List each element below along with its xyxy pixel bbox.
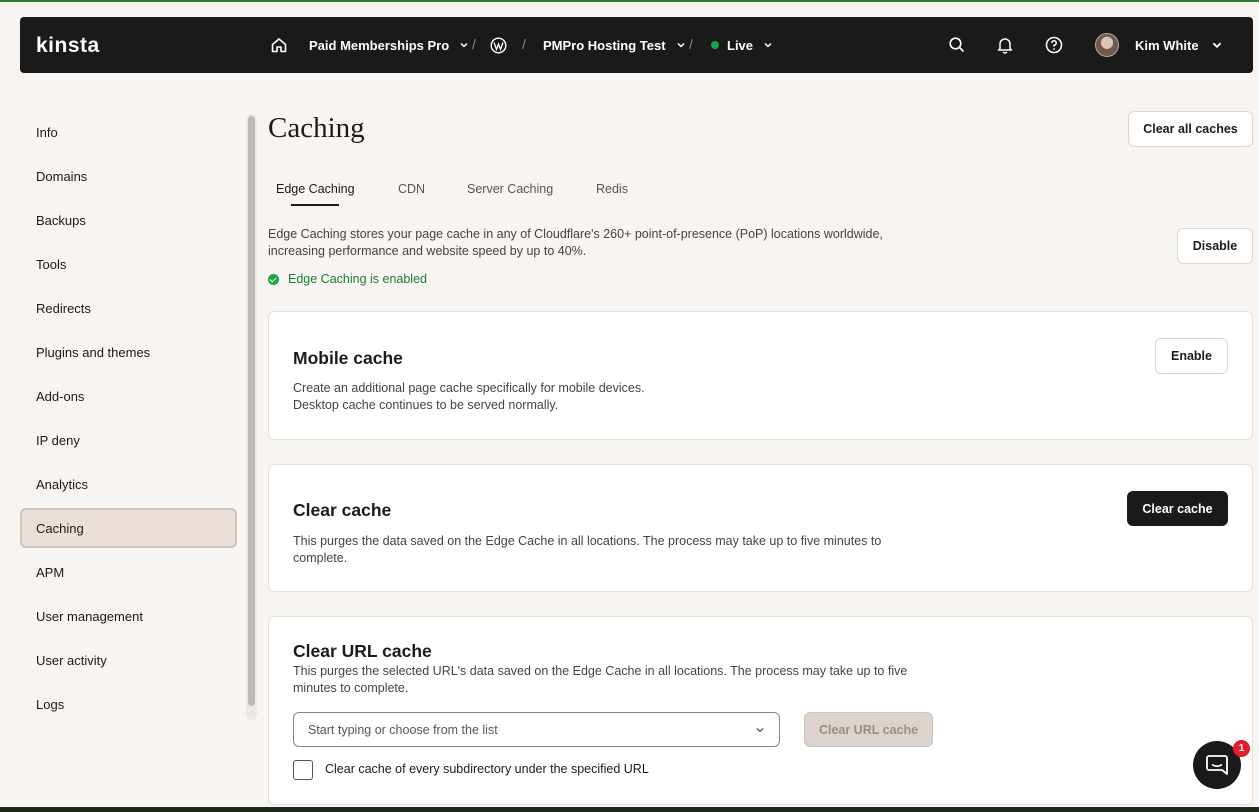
environment-name: Live <box>727 37 754 53</box>
sidebar-item-label: Redirects <box>36 300 91 316</box>
sidebar-item-analytics[interactable]: Analytics <box>20 464 237 504</box>
chevron-down-icon <box>677 42 685 48</box>
mobile-cache-description: Create an additional page cache specific… <box>293 380 933 414</box>
enable-mobile-cache-button[interactable]: Enable <box>1155 338 1228 374</box>
description-line: minutes to complete. <box>293 681 409 695</box>
select-placeholder: Start typing or choose from the list <box>308 722 498 737</box>
sidebar-item-label: Tools <box>36 256 67 272</box>
home-icon[interactable] <box>270 17 288 73</box>
mobile-cache-title: Mobile cache <box>293 348 403 368</box>
sidebar-item-plugins-and-themes[interactable]: Plugins and themes <box>20 332 237 372</box>
description-line: This purges the data saved on the Edge C… <box>293 534 882 548</box>
sidebar-item-label: APM <box>36 564 65 580</box>
check-circle-icon <box>268 273 279 285</box>
sidebar-item-logs[interactable]: Logs <box>20 684 237 724</box>
breadcrumb-separator: / <box>522 36 526 52</box>
clear-cache-description: This purges the data saved on the Edge C… <box>293 533 933 567</box>
avatar <box>1095 33 1119 57</box>
breadcrumb-separator: / <box>472 36 476 52</box>
description-line: increasing performance and website speed… <box>268 244 587 258</box>
scrollbar-thumb[interactable] <box>248 116 255 706</box>
site-name: PMPro Hosting Test <box>543 37 666 53</box>
subdirectory-checkbox-label: Clear cache of every subdirectory under … <box>325 762 649 776</box>
edge-caching-description: Edge Caching stores your page cache in a… <box>268 226 928 260</box>
tab-edge-caching[interactable]: Edge Caching <box>276 182 355 196</box>
chevron-down-icon <box>1212 42 1221 49</box>
company-selector[interactable]: Paid Memberships Pro <box>309 17 469 73</box>
sidebar-item-apm[interactable]: APM <box>20 552 237 592</box>
search-icon[interactable] <box>948 17 966 73</box>
clear-url-cache-description: This purges the selected URL's data save… <box>293 663 933 697</box>
sidebar-item-ip-deny[interactable]: IP deny <box>20 420 237 460</box>
edge-caching-status: Edge Caching is enabled <box>268 272 427 286</box>
bottom-edge-strip <box>0 807 1259 812</box>
sidebar-item-label: Backups <box>36 212 86 228</box>
kinsta-logo[interactable]: kinsta <box>36 34 100 58</box>
sidebar-item-user-management[interactable]: User management <box>20 596 237 636</box>
description-line: Edge Caching stores your page cache in a… <box>268 227 883 241</box>
description-line: Create an additional page cache specific… <box>293 381 645 395</box>
sidebar-item-label: User management <box>36 608 143 624</box>
clear-cache-card: Clear cache This purges the data saved o… <box>268 464 1253 592</box>
top-accent-line <box>0 0 1259 2</box>
live-status-dot <box>711 41 719 49</box>
chat-icon <box>1206 755 1228 775</box>
sidebar-item-backups[interactable]: Backups <box>20 200 237 240</box>
bell-icon[interactable] <box>997 17 1013 73</box>
sidebar-item-redirects[interactable]: Redirects <box>20 288 237 328</box>
tab-cdn[interactable]: CDN <box>398 182 425 196</box>
active-tab-indicator <box>291 204 339 206</box>
chat-notification-badge: 1 <box>1233 740 1250 757</box>
description-line: This purges the selected URL's data save… <box>293 664 908 678</box>
sidebar-item-label: User activity <box>36 652 107 668</box>
disable-button[interactable]: Disable <box>1177 228 1253 264</box>
site-selector[interactable]: PMPro Hosting Test <box>543 17 686 73</box>
subdirectory-checkbox[interactable] <box>293 760 313 780</box>
environment-selector[interactable]: Live <box>711 17 773 73</box>
sidebar-item-info[interactable]: Info <box>20 112 237 152</box>
chevron-down-icon <box>460 42 468 48</box>
sidebar-item-label: Plugins and themes <box>36 344 151 360</box>
sidebar-item-label: Domains <box>36 168 88 184</box>
clear-url-cache-button[interactable]: Clear URL cache <box>804 712 933 747</box>
mobile-cache-card: Mobile cache Create an additional page c… <box>268 311 1253 440</box>
clear-url-cache-title: Clear URL cache <box>293 641 432 661</box>
sidebar-scrollbar[interactable] <box>246 114 257 720</box>
help-icon[interactable] <box>1045 17 1063 73</box>
clear-cache-title: Clear cache <box>293 500 392 520</box>
url-select-input[interactable]: Start typing or choose from the list <box>293 712 780 747</box>
chevron-down-icon <box>756 728 764 733</box>
user-name: Kim White <box>1135 37 1199 53</box>
breadcrumb-separator: / <box>689 36 693 52</box>
company-name: Paid Memberships Pro <box>309 37 450 53</box>
chevron-down-icon <box>764 42 772 48</box>
sidebar-item-label: Info <box>36 124 58 140</box>
user-menu[interactable]: Kim White <box>1095 17 1223 73</box>
tab-server-caching[interactable]: Server Caching <box>467 182 553 196</box>
top-navigation-bar: kinsta Paid Memberships Pro / / PMPro Ho… <box>20 17 1253 73</box>
sidebar-item-caching[interactable]: Caching <box>20 508 237 548</box>
sidebar-item-label: Add-ons <box>36 388 85 404</box>
sidebar-item-label: Logs <box>36 696 65 712</box>
description-line: Desktop cache continues to be served nor… <box>293 398 559 412</box>
sidebar-item-label: Caching <box>36 520 84 536</box>
sidebar-item-label: IP deny <box>36 432 80 448</box>
sidebar-item-tools[interactable]: Tools <box>20 244 237 284</box>
clear-all-caches-button[interactable]: Clear all caches <box>1128 111 1253 147</box>
sidebar-item-domains[interactable]: Domains <box>20 156 237 196</box>
tab-redis[interactable]: Redis <box>596 182 628 196</box>
clear-url-cache-card: Clear URL cache This purges the selected… <box>268 616 1253 805</box>
clear-cache-button[interactable]: Clear cache <box>1127 491 1228 526</box>
wordpress-icon[interactable] <box>490 17 507 73</box>
status-text: Edge Caching is enabled <box>288 272 427 286</box>
sidebar-item-label: Analytics <box>36 476 89 492</box>
description-line: complete. <box>293 551 348 565</box>
sidebar-item-add-ons[interactable]: Add-ons <box>20 376 237 416</box>
sidebar-item-user-activity[interactable]: User activity <box>20 640 237 680</box>
page-title: Caching <box>268 112 365 144</box>
